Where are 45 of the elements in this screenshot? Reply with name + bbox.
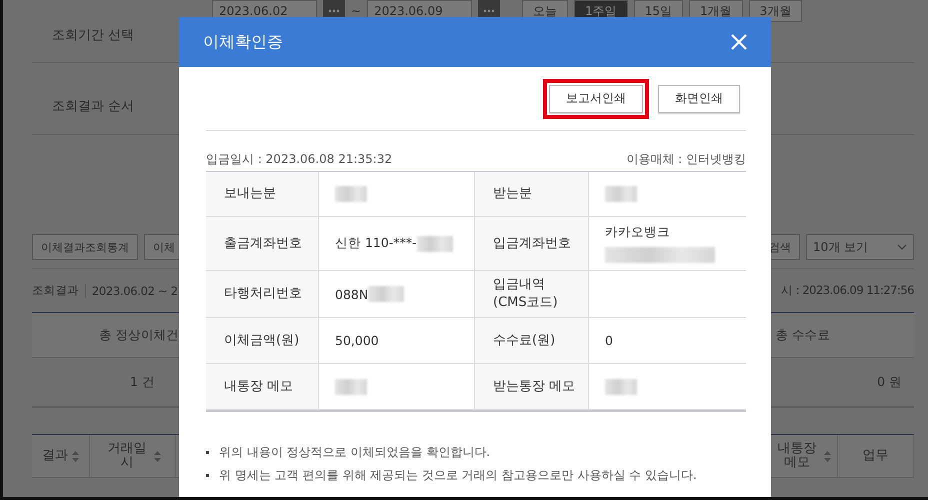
print-button[interactable]: 보고서인쇄 [549, 84, 643, 112]
close-icon [729, 32, 749, 52]
cell-value: 신한 110-***- [335, 235, 417, 252]
redacted-blur [605, 378, 637, 394]
close-button[interactable] [729, 32, 749, 52]
result-period: 2023.06.02 ~ 2 [92, 284, 178, 298]
chevron-down-icon [897, 244, 907, 250]
channel-info: 이용매체 : 인터넷뱅킹 [626, 151, 746, 168]
redacted-blur [368, 286, 404, 302]
field-label: 입금계좌번호 [475, 217, 589, 271]
dialog-title: 이체확인증 [203, 32, 283, 52]
note-text: 위의 내용이 정상적으로 이체되었음을 확인합니다. [219, 444, 490, 461]
form-label: 조회기간 선택 [51, 27, 136, 44]
page-size-select[interactable]: 10개 보기 [806, 234, 914, 260]
result-label: 조회결과 [32, 283, 79, 298]
redacted-blur [605, 186, 637, 202]
field-label: 수수료(원) [475, 318, 589, 364]
print-button[interactable]: 화면인쇄 [658, 84, 740, 112]
field-label: 받는통장 메모 [475, 364, 589, 410]
cell-value: 088N [335, 286, 368, 302]
column-header[interactable]: 결과 [32, 435, 90, 477]
bullet [206, 474, 209, 477]
redacted-blur [335, 378, 367, 394]
column-header[interactable]: 거래일시 [90, 435, 176, 477]
period-button[interactable]: 3개월 [748, 0, 802, 22]
cell-value: 0 [605, 333, 614, 348]
toolbar-button[interactable]: 이체결과조회통계 [32, 234, 138, 260]
deposit-time: 입금일시 : 2023.06.08 21:35:32 [206, 151, 392, 168]
form-label: 조회결과 순서 [51, 98, 136, 115]
redacted-blur [335, 186, 367, 202]
field-label: 받는분 [475, 172, 589, 217]
redacted-blur [416, 236, 453, 252]
column-header[interactable]: 업무 [838, 435, 914, 477]
field-label: 보내는분 [206, 172, 319, 217]
field-label: 내통장 메모 [206, 364, 319, 410]
field-label: 타행처리번호 [206, 271, 319, 318]
cell-value: 50,000 [335, 333, 379, 348]
field-label: 이체금액(원) [206, 318, 319, 364]
range-separator: ~ [351, 4, 362, 18]
field-label: 출금계좌번호 [206, 217, 319, 271]
cell-value: 카카오뱅크 [605, 224, 671, 241]
bullet [206, 451, 209, 454]
field-label: 입금내역 (CMS코드) [475, 271, 589, 318]
result-timestamp: 시 : 2023.06.09 11:27:56 [781, 283, 914, 298]
note-text: 위 명세는 고객 편의를 위해 제공되는 것으로 거래의 참고용으로만 사용하실 수 있습니다. [219, 467, 697, 484]
